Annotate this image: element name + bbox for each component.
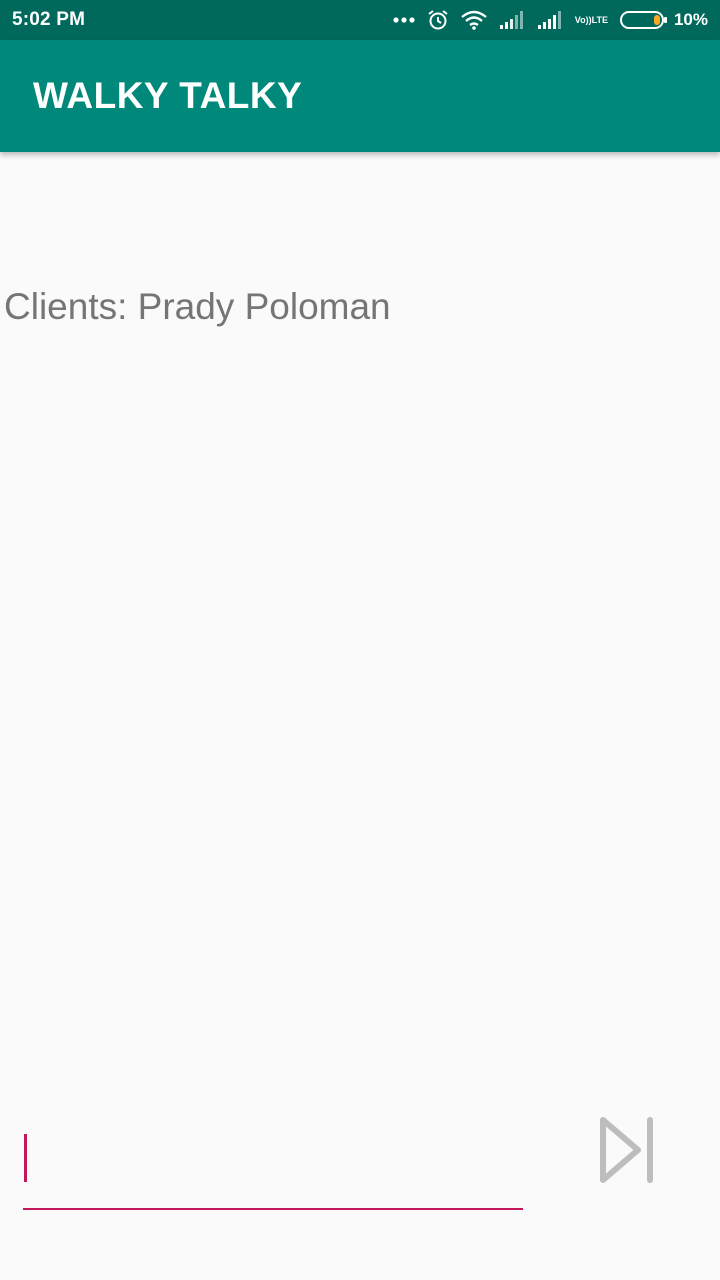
status-icons: Vo)) LTE 10%: [393, 9, 708, 31]
message-input-container: [23, 1120, 523, 1212]
volte-bottom-label: LTE: [591, 14, 608, 25]
status-time: 5:02 PM: [12, 9, 86, 30]
signal-icon: [499, 11, 525, 29]
clients-label: Clients: Prady Poloman: [4, 286, 391, 327]
app-title: WALKY TALKY: [33, 75, 303, 116]
status-bar: 5:02 PM Vo)) LTE 10%: [0, 0, 720, 40]
send-next-icon: [598, 1115, 658, 1190]
text-caret: [24, 1134, 27, 1182]
volte-top-label: Vo)): [574, 14, 592, 25]
wifi-icon: [461, 10, 487, 30]
battery-percent: 10%: [673, 10, 708, 29]
signal-icon: [537, 11, 563, 29]
send-button[interactable]: [590, 1110, 666, 1194]
message-input[interactable]: [23, 1120, 523, 1208]
more-dots-icon: [393, 16, 415, 24]
volte-icon: Vo)) LTE: [574, 14, 608, 25]
alarm-icon: [427, 9, 449, 31]
battery-icon: 10%: [619, 10, 708, 30]
app-bar: WALKY TALKY: [0, 40, 720, 152]
input-underline: [23, 1208, 523, 1210]
